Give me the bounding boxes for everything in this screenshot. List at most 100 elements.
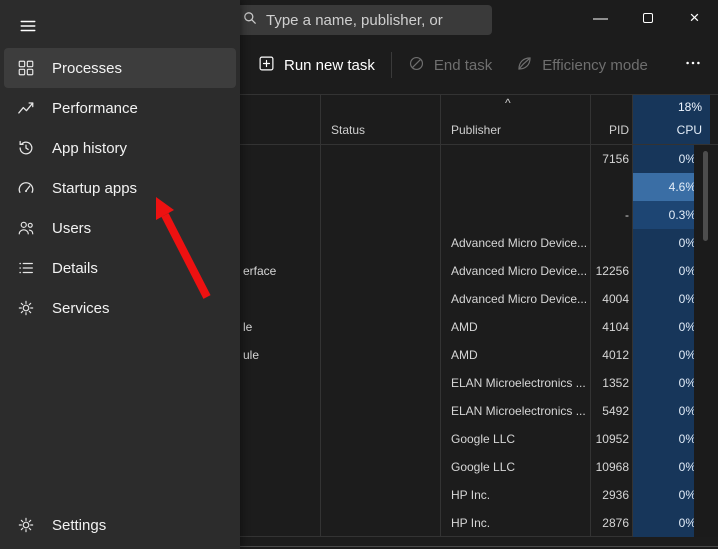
more-options-button[interactable] — [674, 46, 712, 84]
column-header-publisher[interactable]: ^ Publisher — [440, 95, 590, 144]
sidebar-item-label: App history — [52, 139, 128, 157]
cell-pid: 12256 — [590, 257, 632, 285]
cell-pid: 10968 — [590, 453, 632, 481]
sidebar-item-services[interactable]: Services — [4, 288, 236, 328]
cell-publisher: AMD — [440, 313, 590, 341]
minimize-button[interactable]: — — [577, 0, 624, 36]
cpu-total-percent: 18% — [677, 100, 702, 114]
cell-publisher: Advanced Micro Device... — [440, 285, 590, 313]
search-input[interactable] — [266, 11, 482, 29]
run-new-task-label: Run new task — [284, 56, 375, 74]
cell-name-fragment — [240, 369, 320, 397]
cell-publisher: HP Inc. — [440, 509, 590, 537]
cell-pid: 2876 — [590, 509, 632, 537]
search-icon — [242, 10, 258, 31]
gauge-icon — [16, 178, 36, 198]
cell-pid — [590, 229, 632, 257]
cell-name-fragment — [240, 453, 320, 481]
processes-icon — [16, 58, 36, 78]
column-header-status[interactable]: Status — [320, 95, 440, 144]
menu-button[interactable] — [10, 10, 46, 42]
cell-pid: 4104 — [590, 313, 632, 341]
sidebar-item-performance[interactable]: Performance — [4, 88, 236, 128]
cell-pid: 7156 — [590, 145, 632, 173]
cell-status — [320, 425, 440, 453]
sidebar-item-app-history[interactable]: App history — [4, 128, 236, 168]
sidebar-item-label: Services — [52, 299, 110, 317]
more-dots-icon — [686, 61, 700, 65]
cell-publisher: Advanced Micro Device... — [440, 257, 590, 285]
cell-pid: 1352 — [590, 369, 632, 397]
users-icon — [16, 218, 36, 238]
cell-name-fragment: ule — [243, 348, 260, 362]
cell-status — [320, 201, 440, 229]
cell-status — [320, 509, 440, 537]
cell-pid: 4004 — [590, 285, 632, 313]
cell-publisher: HP Inc. — [440, 481, 590, 509]
cell-publisher — [440, 145, 590, 173]
cell-status — [320, 397, 440, 425]
history-clock-icon — [16, 138, 36, 158]
cell-publisher: ELAN Microelectronics ... — [440, 369, 590, 397]
cell-name-fragment — [240, 397, 320, 425]
sidebar-item-startup-apps[interactable]: Startup apps — [4, 168, 236, 208]
column-header-cpu[interactable]: 18% CPU — [632, 95, 710, 144]
end-task-label: End task — [433, 56, 493, 74]
cell-pid: 4012 — [590, 341, 632, 369]
toolbar-divider — [390, 52, 392, 78]
cell-status — [320, 481, 440, 509]
cell-status — [320, 173, 440, 201]
sidebar-item-label: Performance — [52, 99, 138, 117]
efficiency-mode-button[interactable]: Efficiency mode — [504, 47, 660, 84]
cell-publisher — [440, 173, 590, 201]
cell-status — [320, 313, 440, 341]
maximize-icon — [642, 13, 653, 23]
cell-status — [320, 257, 440, 285]
search-box[interactable] — [232, 5, 492, 35]
cell-status — [320, 285, 440, 313]
column-header-pid[interactable]: PID — [590, 95, 632, 144]
cell-name-fragment — [240, 173, 320, 201]
cell-pid: 2936 — [590, 481, 632, 509]
sidebar-item-settings[interactable]: Settings — [4, 505, 236, 545]
cell-name-fragment — [240, 425, 320, 453]
efficiency-mode-label: Efficiency mode — [542, 56, 648, 74]
scrollbar-thumb[interactable] — [703, 151, 708, 241]
cell-publisher: Advanced Micro Device... — [440, 229, 590, 257]
cell-name-fragment — [240, 145, 320, 173]
cell-status — [320, 341, 440, 369]
cell-pid: 10952 — [590, 425, 632, 453]
cell-publisher: AMD — [440, 341, 590, 369]
sidebar-item-details[interactable]: Details — [4, 248, 236, 288]
cell-name-fragment — [240, 201, 320, 229]
cell-name-fragment: le — [243, 320, 253, 334]
cell-status — [320, 369, 440, 397]
cell-name-fragment — [240, 509, 320, 537]
sidebar-item-label: Users — [52, 219, 92, 237]
settings-gear-icon — [16, 515, 36, 535]
cell-pid: - — [590, 201, 632, 229]
details-list-icon — [16, 258, 36, 278]
cell-publisher — [440, 201, 590, 229]
cell-name-fragment — [240, 285, 320, 313]
sidebar: Processes Performance App history Startu… — [0, 0, 240, 549]
run-new-task-button[interactable]: Run new task — [246, 47, 387, 84]
cell-name-fragment — [240, 481, 320, 509]
cell-status — [320, 453, 440, 481]
scrollbar[interactable] — [694, 145, 718, 537]
cell-pid — [590, 173, 632, 201]
sidebar-item-label: Settings — [52, 516, 107, 534]
sidebar-item-processes[interactable]: Processes — [4, 48, 236, 88]
maximize-button[interactable] — [624, 0, 671, 36]
end-task-button[interactable]: End task — [396, 47, 504, 84]
hamburger-icon — [20, 20, 36, 32]
toolbar: Run new task End task Efficiency mode — [240, 36, 718, 94]
sort-caret-icon: ^ — [505, 96, 511, 110]
sidebar-item-label: Startup apps — [52, 179, 138, 197]
services-gear-icon — [16, 298, 36, 318]
cell-publisher: ELAN Microelectronics ... — [440, 397, 590, 425]
cell-publisher: Google LLC — [440, 453, 590, 481]
sidebar-item-users[interactable]: Users — [4, 208, 236, 248]
window-bottom-edge — [240, 546, 718, 547]
close-button[interactable]: × — [671, 0, 718, 36]
